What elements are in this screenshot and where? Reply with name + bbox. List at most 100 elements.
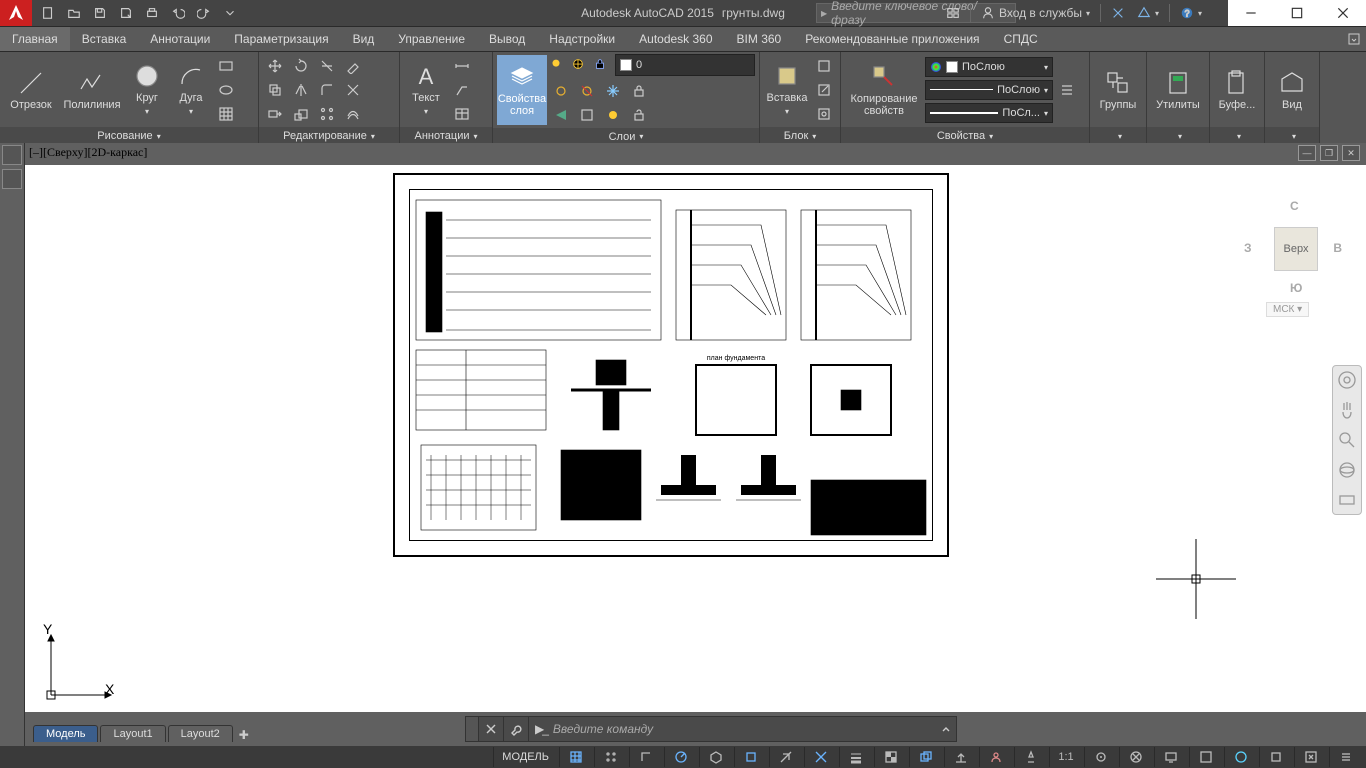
status-units-icon[interactable] [1189, 747, 1222, 767]
status-hardware-icon[interactable] [1224, 747, 1257, 767]
scale-icon[interactable] [289, 103, 313, 125]
status-osnap-icon[interactable] [734, 747, 767, 767]
move-icon[interactable] [263, 55, 287, 77]
status-polar-icon[interactable] [664, 747, 697, 767]
layunlock-icon[interactable] [627, 104, 651, 126]
color-selector[interactable]: ПоСлою [925, 57, 1053, 77]
maximize-button[interactable] [1274, 0, 1320, 26]
freeze-icon[interactable] [571, 57, 591, 74]
copy-icon[interactable] [263, 79, 287, 101]
layfrz-icon[interactable] [601, 80, 625, 102]
viewport-label[interactable]: [–][Сверху][2D-каркас] [29, 145, 147, 160]
minimize-button[interactable] [1228, 0, 1274, 26]
status-annovis-icon[interactable] [1084, 747, 1117, 767]
hatch-icon[interactable] [214, 103, 238, 125]
polyline-button[interactable]: Полилиния [60, 55, 124, 125]
steering-wheel-icon[interactable] [1337, 370, 1357, 390]
stretch-icon[interactable] [263, 103, 287, 125]
cmd-options-icon[interactable] [504, 717, 529, 741]
rectangle-icon[interactable] [214, 55, 238, 77]
add-layout-icon[interactable]: ✚ [235, 728, 253, 742]
status-ws-icon[interactable] [1119, 747, 1152, 767]
status-transparency-icon[interactable] [874, 747, 907, 767]
search-button[interactable] [940, 0, 966, 26]
tab-insert[interactable]: Вставка [70, 27, 139, 51]
tab-parametric[interactable]: Параметризация [222, 27, 340, 51]
lock-icon[interactable] [593, 57, 613, 74]
status-model[interactable]: МОДЕЛЬ [493, 747, 557, 767]
app-menu-button[interactable] [0, 0, 32, 26]
text-button[interactable]: AТекст▾ [404, 55, 448, 125]
tab-view[interactable]: Вид [341, 27, 387, 51]
viewcube-south[interactable]: Ю [1290, 281, 1302, 295]
save-icon[interactable] [88, 1, 112, 25]
laymatch-icon[interactable] [575, 104, 599, 126]
layiso-icon[interactable] [575, 80, 599, 102]
cmd-drag-handle[interactable] [466, 717, 479, 741]
status-isolate-icon[interactable] [1259, 747, 1292, 767]
match-properties-button[interactable]: Копирование свойств [845, 55, 923, 125]
layoff-icon[interactable] [549, 80, 573, 102]
cmd-history-icon[interactable] [936, 722, 956, 736]
tab-featured[interactable]: Рекомендованные приложения [793, 27, 991, 51]
tab-layout1[interactable]: Layout1 [100, 725, 165, 742]
utilities-button[interactable]: Утилиты [1151, 55, 1205, 125]
redo-icon[interactable] [192, 1, 216, 25]
qat-more-icon[interactable] [218, 1, 242, 25]
status-isodraft-icon[interactable] [699, 747, 732, 767]
help-icon[interactable]: ?▾ [1174, 0, 1208, 26]
explode-icon[interactable] [341, 79, 365, 101]
edit-block-icon[interactable] [812, 79, 836, 101]
status-qp-icon[interactable] [979, 747, 1012, 767]
leader-icon[interactable] [450, 79, 474, 101]
status-dyninput-icon[interactable] [944, 747, 977, 767]
status-customize-icon[interactable] [1329, 747, 1362, 767]
layer-selector[interactable]: 0 [615, 54, 755, 76]
table-icon[interactable] [450, 103, 474, 125]
tab-output[interactable]: Вывод [477, 27, 537, 51]
viewcube-wcs[interactable]: МСК ▾ [1266, 302, 1309, 317]
paste-button[interactable]: Буфе... [1214, 55, 1260, 125]
zoom-icon[interactable] [1337, 430, 1357, 450]
viewcube-east[interactable]: В [1333, 241, 1342, 255]
status-grid-icon[interactable] [559, 747, 592, 767]
create-block-icon[interactable] [812, 55, 836, 77]
bulb-icon[interactable] [549, 57, 569, 74]
tab-bim360[interactable]: BIM 360 [725, 27, 794, 51]
doc-close-icon[interactable]: ✕ [1342, 145, 1360, 161]
ribbon-panel-cycle-icon[interactable] [1342, 27, 1366, 51]
tab-home[interactable]: Главная [0, 27, 70, 51]
insert-block-button[interactable]: Вставка▾ [764, 55, 810, 125]
laylock-icon[interactable] [627, 80, 651, 102]
signin-button[interactable]: Вход в службы ▾ [975, 0, 1096, 26]
circle-button[interactable]: Круг▾ [126, 55, 168, 125]
erase-icon[interactable] [341, 55, 365, 77]
pan-icon[interactable] [1337, 400, 1357, 420]
tab-annotate[interactable]: Аннотации [138, 27, 222, 51]
plot-icon[interactable] [140, 1, 164, 25]
exchange-icon[interactable] [1105, 0, 1131, 26]
status-annomon-icon[interactable] [1154, 747, 1187, 767]
start-tab-icon[interactable] [2, 145, 22, 165]
viewcube-west[interactable]: З [1244, 241, 1252, 255]
a360-icon[interactable]: ▾ [1131, 0, 1165, 26]
laymcur-icon[interactable] [549, 104, 573, 126]
undo-icon[interactable] [166, 1, 190, 25]
view-base-button[interactable]: Вид [1269, 55, 1315, 125]
offset-icon[interactable] [341, 103, 365, 125]
tab-addins[interactable]: Надстройки [537, 27, 627, 51]
status-ortho-icon[interactable] [629, 747, 662, 767]
rotate-icon[interactable] [289, 55, 313, 77]
status-scale[interactable]: 1:1 [1049, 747, 1082, 767]
tab-a360[interactable]: Autodesk 360 [627, 27, 724, 51]
model-space[interactable]: план фундамента [25, 165, 1366, 712]
linetype-selector[interactable]: ПоСл... [925, 103, 1053, 123]
lineweight-selector[interactable]: ПоСлою [925, 80, 1053, 100]
fillet-icon[interactable] [315, 79, 339, 101]
tab-model[interactable]: Модель [33, 725, 98, 742]
layon-icon[interactable] [601, 104, 625, 126]
status-3dosnap-icon[interactable] [769, 747, 802, 767]
status-cleanscreen-icon[interactable] [1294, 747, 1327, 767]
list-icon[interactable] [1055, 79, 1079, 101]
status-lwt-icon[interactable] [839, 747, 872, 767]
